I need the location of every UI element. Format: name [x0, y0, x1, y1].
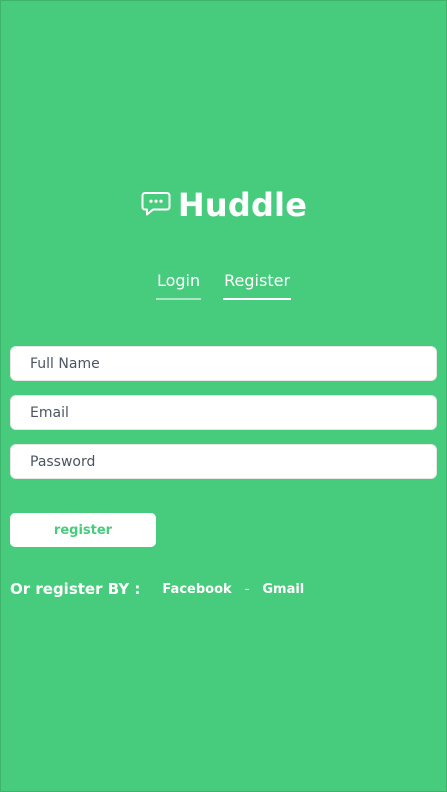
gmail-link[interactable]: Gmail — [262, 582, 304, 597]
brand-logo: Huddle — [1, 184, 446, 224]
tab-login[interactable]: Login — [155, 269, 202, 300]
social-prefix: Or register BY : — [10, 580, 141, 598]
tab-register-label: Register — [224, 271, 291, 290]
tab-login-label: Login — [156, 271, 201, 290]
email-field[interactable] — [10, 395, 437, 430]
tab-register[interactable]: Register — [223, 269, 292, 300]
brand-name: Huddle — [177, 186, 308, 224]
register-button[interactable]: register — [10, 513, 156, 547]
full-name-field[interactable] — [10, 346, 437, 381]
auth-tabs: Login Register — [1, 269, 446, 300]
chat-bubble-icon — [140, 190, 172, 218]
social-register: Or register BY : Facebook - Gmail — [10, 580, 304, 598]
tab-login-underline — [155, 298, 202, 300]
social-separator: - — [244, 581, 250, 597]
facebook-link[interactable]: Facebook — [162, 582, 231, 597]
tab-register-underline — [223, 298, 292, 300]
password-field[interactable] — [10, 444, 437, 479]
register-screen: Huddle Login Register register Or regist… — [0, 0, 447, 792]
